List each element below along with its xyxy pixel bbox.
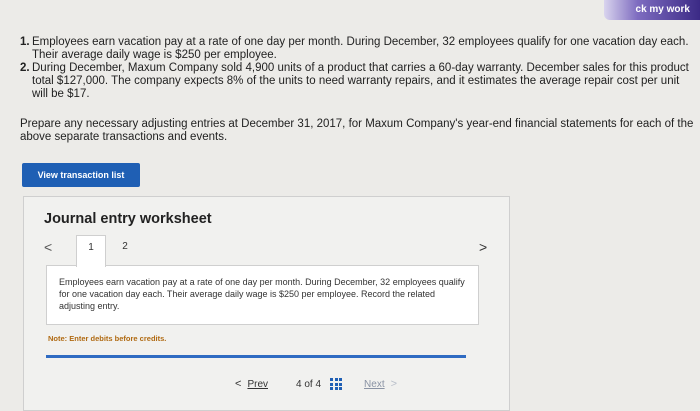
check-my-work-button[interactable]: ck my work — [604, 0, 700, 20]
note-text: Note: Enter debits before credits. — [48, 334, 167, 343]
chevron-right-icon[interactable]: > — [479, 239, 487, 255]
page-indicator: 4 of 4 — [296, 378, 322, 390]
worksheet-tab-1[interactable]: 1 — [76, 235, 106, 267]
prev-button[interactable]: < Prev — [235, 378, 268, 390]
view-transaction-list-button[interactable]: View transaction list — [22, 163, 140, 187]
chevron-left-icon: < — [235, 378, 242, 390]
question-number: 2. — [20, 62, 30, 74]
pagination: < Prev 4 of 4 Next > — [235, 376, 397, 392]
progress-bar — [46, 355, 466, 358]
worksheet-tab-2[interactable]: 2 — [110, 235, 140, 265]
worksheet-title: Journal entry worksheet — [44, 211, 212, 227]
instructions-text: Prepare any necessary adjusting entries … — [20, 118, 694, 143]
question-item: 1. Employees earn vacation pay at a rate… — [20, 36, 695, 62]
entry-instruction: Employees earn vacation pay at a rate of… — [46, 265, 479, 325]
question-item: 2. During December, Maxum Company sold 4… — [20, 62, 695, 101]
grid-icon[interactable] — [330, 378, 343, 390]
question-text: Employees earn vacation pay at a rate of… — [32, 36, 689, 61]
question-text: During December, Maxum Company sold 4,90… — [32, 62, 689, 100]
next-button[interactable]: Next > — [364, 378, 397, 390]
prev-label: Prev — [247, 378, 268, 390]
chevron-left-icon[interactable]: < — [44, 239, 52, 255]
question-number: 1. — [20, 36, 30, 48]
next-label: Next — [364, 378, 385, 390]
chevron-right-icon: > — [390, 378, 398, 390]
question-list: 1. Employees earn vacation pay at a rate… — [20, 36, 695, 101]
